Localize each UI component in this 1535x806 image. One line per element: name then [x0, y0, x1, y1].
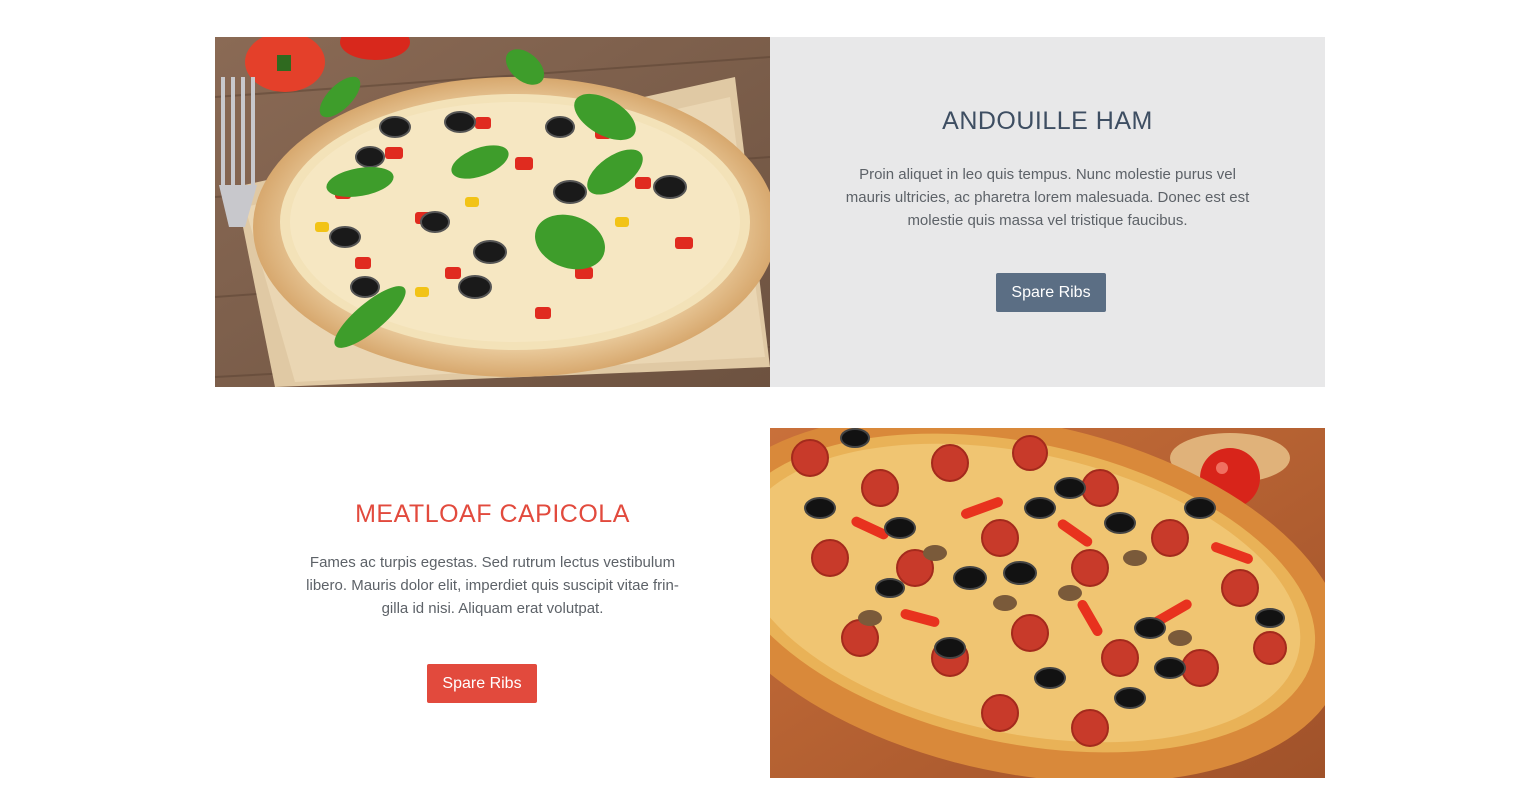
spare-ribs-button[interactable]: Spare Ribs	[427, 664, 537, 703]
pepperoni-pizza-image	[770, 428, 1325, 778]
spare-ribs-button[interactable]: Spare Ribs	[996, 273, 1106, 312]
section-text-panel: ANDOUILLE HAM Proin aliquet in leo quis …	[770, 37, 1325, 387]
vegetable-pizza-image	[215, 37, 770, 387]
section-text-panel: MEATLOAF CAPICOLA Fames ac turpis egesta…	[215, 428, 770, 778]
section-title: MEATLOAF CAPICOLA	[355, 500, 630, 528]
menu-section-andouille-ham: ANDOUILLE HAM Proin aliquet in leo quis …	[215, 37, 1325, 387]
section-description: Proin aliquet in leo quis tempus. Nunc m…	[845, 166, 1250, 229]
section-description: Fames ac turpis egestas. Sed rutrum lect…	[306, 554, 679, 617]
menu-section-meatloaf-capicola: MEATLOAF CAPICOLA Fames ac turpis egesta…	[215, 428, 1325, 778]
section-title: ANDOUILLE HAM	[942, 107, 1153, 135]
